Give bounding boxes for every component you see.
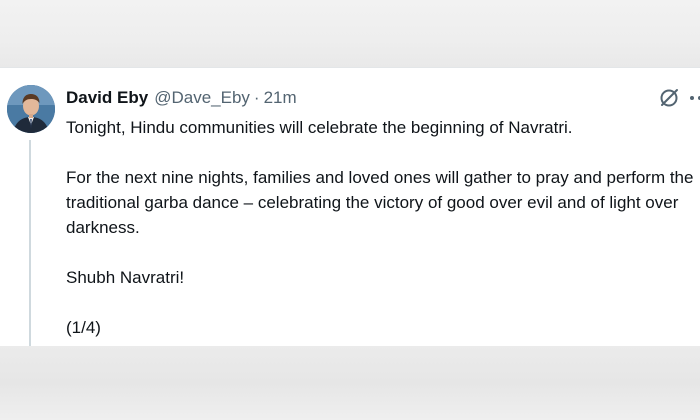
- tweet-timestamp[interactable]: 21m: [264, 87, 297, 109]
- tweet-header: David Eby @Dave_Eby · 21m: [66, 87, 297, 109]
- tweet-card[interactable]: David Eby @Dave_Eby · 21m Tonight, Hindu…: [0, 67, 700, 347]
- grok-icon[interactable]: [657, 86, 681, 110]
- tweet-text: Tonight, Hindu communities will celebrat…: [66, 115, 696, 340]
- tweet-paragraph: Shubh Navratri!: [66, 268, 185, 287]
- background-bottom: [0, 346, 700, 420]
- tweet-paragraph: For the next nine nights, families and l…: [66, 168, 694, 237]
- more-options-icon[interactable]: [688, 86, 700, 110]
- background-top: [0, 0, 700, 67]
- tweet-paragraph: Tonight, Hindu communities will celebrat…: [66, 118, 573, 137]
- author-handle[interactable]: @Dave_Eby: [154, 87, 250, 109]
- thread-line: [29, 140, 31, 347]
- tweet-paragraph: (1/4): [66, 318, 101, 337]
- avatar[interactable]: [7, 85, 55, 133]
- header-separator: ·: [253, 88, 260, 107]
- author-display-name[interactable]: David Eby: [66, 87, 148, 109]
- profile-photo-icon: [7, 85, 55, 133]
